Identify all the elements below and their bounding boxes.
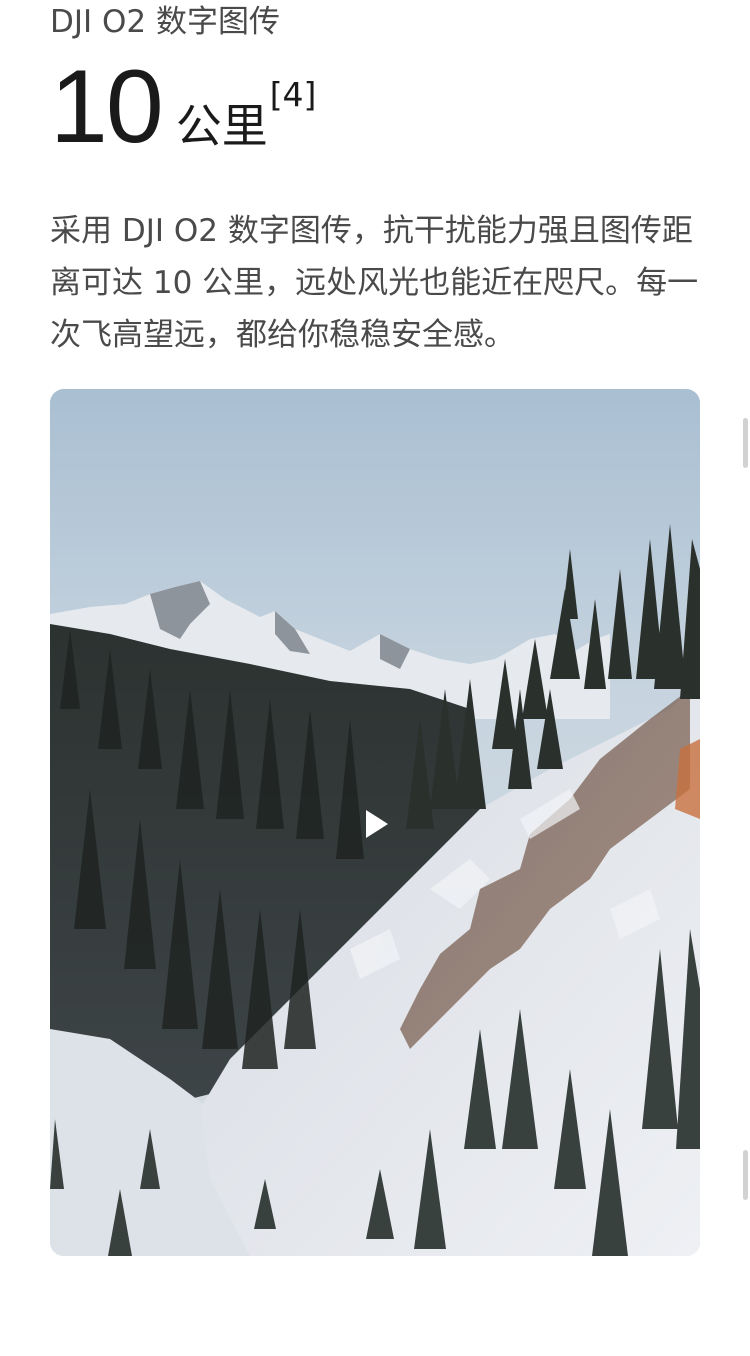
kicker-title: DJI O2 数字图传 — [50, 4, 280, 40]
scroll-indicator-top[interactable] — [743, 418, 748, 468]
feature-description: 采用 DJI O2 数字图传，抗干扰能力强且图传距离可达 10 公里，远处风光也… — [50, 213, 699, 353]
video-card[interactable] — [50, 389, 700, 1256]
footnote-ref[interactable]: [4] — [270, 75, 317, 114]
headline-number: 10 — [50, 49, 164, 165]
headline: 10 公里[4] — [50, 52, 316, 162]
scroll-indicator-bottom[interactable] — [743, 1150, 748, 1200]
play-icon — [366, 810, 388, 838]
play-button[interactable] — [356, 804, 396, 844]
headline-unit: 公里 — [175, 99, 268, 153]
